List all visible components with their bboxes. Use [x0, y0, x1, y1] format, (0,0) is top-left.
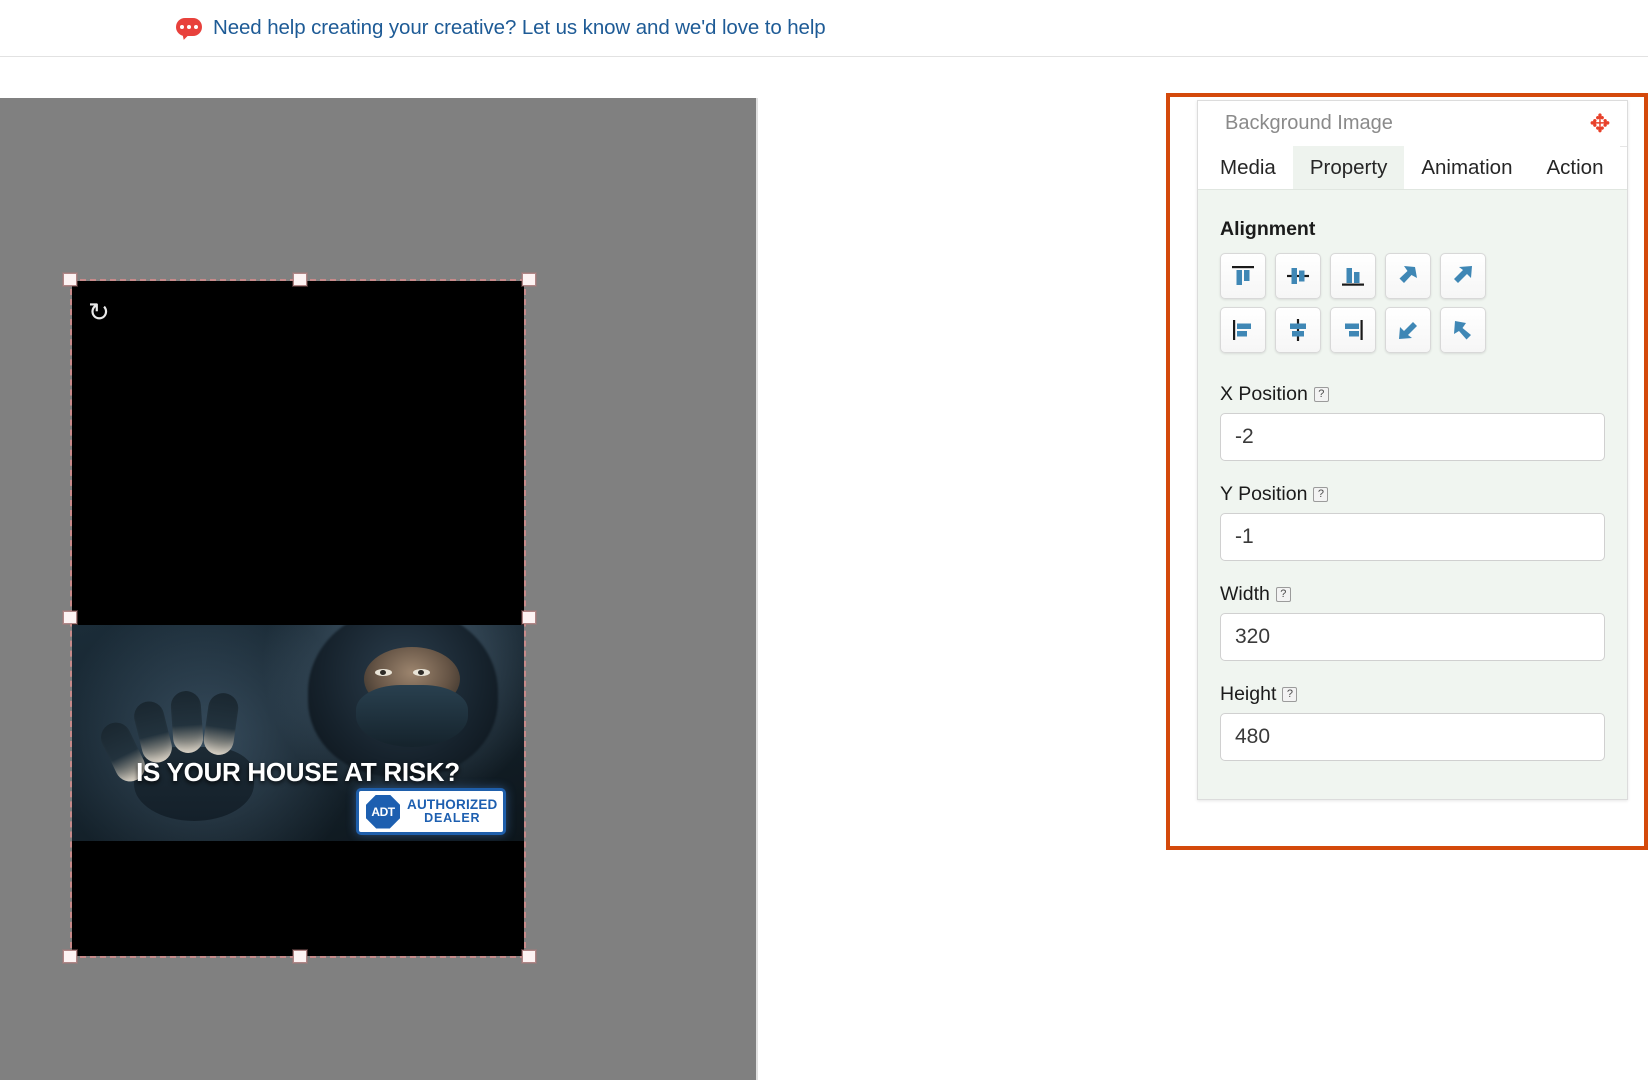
help-link-label[interactable]: Need help creating your creative? Let us… [213, 16, 826, 40]
resize-handle-top-center[interactable] [293, 273, 307, 286]
creative-headline: IS YOUR HOUSE AT RISK? [72, 757, 524, 788]
screen-root: Need help creating your creative? Let us… [0, 0, 1648, 1080]
burglar-mask-shape [356, 685, 468, 747]
adt-logo-icon: ADT [366, 795, 400, 829]
burglar-eye-right [413, 669, 430, 676]
x-position-input[interactable] [1220, 413, 1605, 461]
x-position-help-icon[interactable]: ? [1314, 387, 1329, 402]
resize-handle-bottom-center[interactable] [293, 950, 307, 963]
tab-action[interactable]: Action [1530, 146, 1621, 189]
y-position-label: Y Position ? [1220, 483, 1605, 506]
width-label: Width ? [1220, 583, 1605, 606]
creative-photo: IS YOUR HOUSE AT RISK? ADT AUTHORIZED DE… [72, 625, 524, 841]
move-handle-icon[interactable]: ✥ [1587, 111, 1613, 137]
align-center-horizontal-icon[interactable] [1275, 253, 1321, 299]
resize-handle-bottom-right[interactable] [522, 950, 536, 963]
align-top-icon[interactable] [1220, 307, 1266, 353]
align-right-icon[interactable] [1330, 253, 1376, 299]
resize-handle-top-right[interactable] [522, 273, 536, 286]
align-middle-vertical-icon[interactable] [1275, 307, 1321, 353]
width-label-text: Width [1220, 583, 1270, 606]
arrow-down-left-icon[interactable] [1385, 253, 1431, 299]
alignment-button-grid [1220, 253, 1605, 353]
height-help-icon[interactable]: ? [1282, 687, 1297, 702]
badge-line-1: AUTHORIZED [407, 798, 498, 812]
tab-media[interactable]: Media [1198, 146, 1293, 189]
alignment-row-1 [1220, 253, 1605, 299]
resize-handle-middle-left[interactable] [63, 611, 77, 624]
badge-line-2: DEALER [424, 812, 480, 825]
panel-header: Background Image ✥ [1198, 101, 1627, 147]
selected-creative[interactable]: IS YOUR HOUSE AT RISK? ADT AUTHORIZED DE… [72, 281, 524, 956]
arrow-up-left-icon[interactable] [1385, 307, 1431, 353]
panel-tabs: Media Property Animation Action [1198, 147, 1627, 190]
help-bar: Need help creating your creative? Let us… [0, 0, 1648, 57]
tab-property[interactable]: Property [1293, 146, 1404, 189]
canvas-stage[interactable]: IS YOUR HOUSE AT RISK? ADT AUTHORIZED DE… [0, 98, 756, 1080]
burglar-eye-left [375, 669, 392, 676]
width-help-icon[interactable]: ? [1276, 587, 1291, 602]
panel-body: Alignment [1198, 190, 1627, 761]
height-label: Height ? [1220, 683, 1605, 706]
y-position-label-text: Y Position [1220, 483, 1307, 506]
adt-authorized-dealer-badge: ADT AUTHORIZED DEALER [356, 788, 506, 835]
arrow-up-right-icon[interactable] [1440, 253, 1486, 299]
stage-edge-shadow [756, 98, 758, 1080]
resize-handle-bottom-left[interactable] [63, 950, 77, 963]
y-position-help-icon[interactable]: ? [1313, 487, 1328, 502]
panel-title: Background Image [1225, 112, 1393, 135]
align-left-icon[interactable] [1220, 253, 1266, 299]
y-position-input[interactable] [1220, 513, 1605, 561]
help-link[interactable]: Need help creating your creative? Let us… [176, 16, 826, 40]
rotate-handle-icon[interactable]: ↻ [88, 299, 114, 325]
arrow-down-right-icon[interactable] [1440, 307, 1486, 353]
background-image-property-panel: Background Image ✥ Media Property Animat… [1197, 100, 1628, 800]
resize-handle-middle-right[interactable] [522, 611, 536, 624]
height-label-text: Height [1220, 683, 1276, 706]
x-position-label-text: X Position [1220, 383, 1308, 406]
align-bottom-icon[interactable] [1330, 307, 1376, 353]
creative-artboard[interactable]: IS YOUR HOUSE AT RISK? ADT AUTHORIZED DE… [72, 281, 524, 956]
tab-animation[interactable]: Animation [1404, 146, 1529, 189]
x-position-label: X Position ? [1220, 383, 1605, 406]
speech-bubble-icon [176, 18, 202, 39]
alignment-row-2 [1220, 307, 1605, 353]
width-input[interactable] [1220, 613, 1605, 661]
alignment-section-label: Alignment [1220, 218, 1605, 241]
height-input[interactable] [1220, 713, 1605, 761]
resize-handle-top-left[interactable] [63, 273, 77, 286]
